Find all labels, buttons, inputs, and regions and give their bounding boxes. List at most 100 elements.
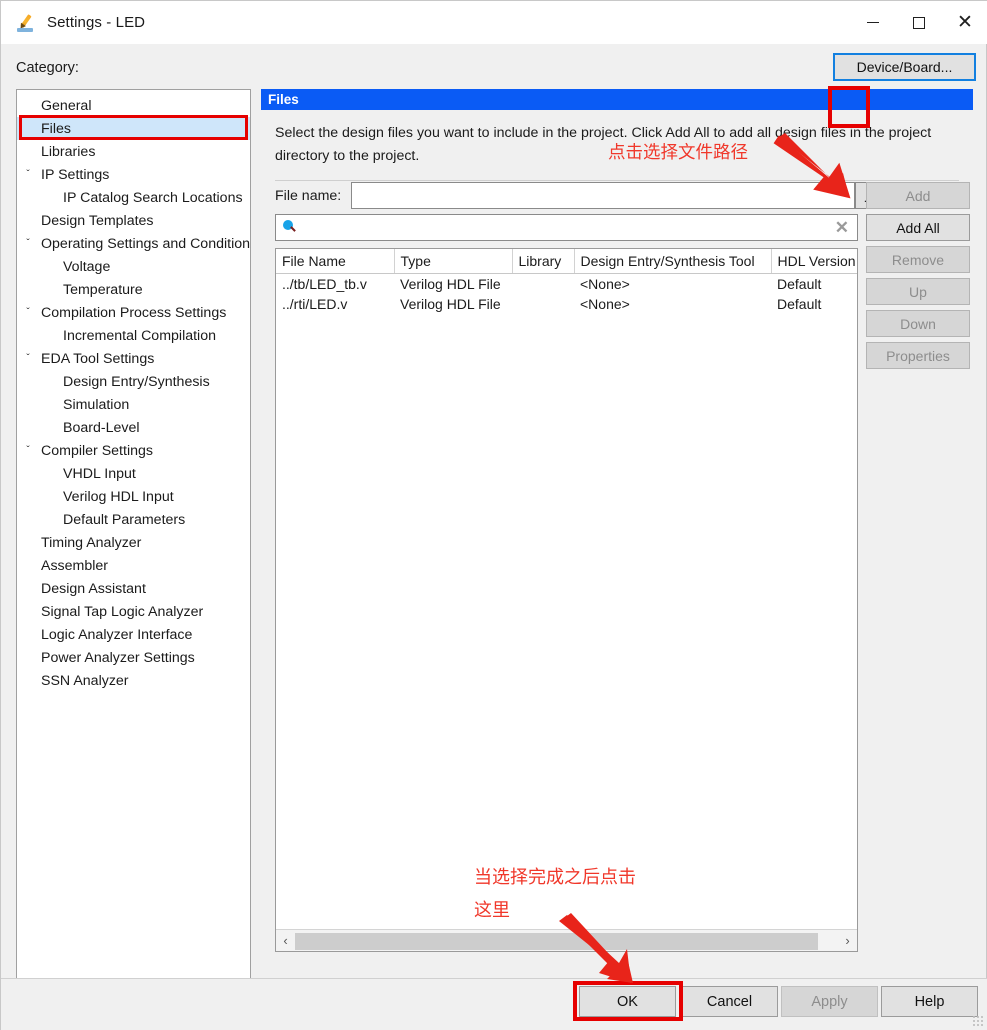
sidebar-item-logic-analyzer-interface[interactable]: Logic Analyzer Interface <box>17 623 250 646</box>
files-table-container[interactable]: File Name Type Library Design Entry/Synt… <box>275 248 858 952</box>
sidebar-item-label: Timing Analyzer <box>41 534 142 551</box>
chevron-down-icon[interactable]: ˇ <box>17 445 39 456</box>
files-table: File Name Type Library Design Entry/Synt… <box>276 249 857 315</box>
column-header-file-name[interactable]: File Name <box>276 249 395 274</box>
column-header-library[interactable]: Library <box>512 249 575 274</box>
sidebar-item-ip-catalog-search-locations[interactable]: IP Catalog Search Locations <box>17 186 250 209</box>
minimize-icon <box>867 21 879 24</box>
sidebar-item-vhdl-input[interactable]: VHDL Input <box>17 462 250 485</box>
cell-lib <box>512 294 574 314</box>
files-table-body: ../tb/LED_tb.v Verilog HDL File <None> Defa… <box>276 274 857 315</box>
sidebar-item-ip-settings[interactable]: ˇ IP Settings <box>17 163 250 186</box>
settings-dialog: Settings - LED ✕ Category: Device/Board.… <box>0 0 987 1030</box>
device-board-button[interactable]: Device/Board... <box>833 53 976 81</box>
sidebar-item-label: Logic Analyzer Interface <box>41 626 193 643</box>
cell-hdl: Default <box>777 296 822 312</box>
files-table-header-row: File Name Type Library Design Entry/Synt… <box>276 249 857 274</box>
sidebar-item-label: General <box>41 97 92 114</box>
sidebar-item-label: Design Templates <box>41 212 154 229</box>
sidebar-item-label: Incremental Compilation <box>63 327 216 344</box>
sidebar-item-label: Compilation Process Settings <box>41 304 227 321</box>
pencil-icon <box>17 13 37 33</box>
sidebar-item-voltage[interactable]: Voltage <box>17 255 250 278</box>
sidebar-item-design-assistant[interactable]: Design Assistant <box>17 577 250 600</box>
column-header-design-entry-tool[interactable]: Design Entry/Synthesis Tool <box>574 249 772 274</box>
chevron-down-icon[interactable]: ˇ <box>17 169 39 180</box>
maximize-button[interactable] <box>896 1 942 44</box>
sidebar-item-ssn-analyzer[interactable]: SSN Analyzer <box>17 669 250 692</box>
file-name-label: File name: <box>275 187 342 204</box>
sidebar-item-temperature[interactable]: Temperature <box>17 278 250 301</box>
chevron-down-icon[interactable]: ˇ <box>17 238 39 249</box>
sidebar-item-label: Design Entry/Synthesis <box>63 373 210 390</box>
sidebar-item-label: Operating Settings and Conditions <box>41 235 251 252</box>
cell-type: Verilog HDL File <box>400 296 501 312</box>
cancel-button[interactable]: Cancel <box>681 986 778 1017</box>
sidebar-item-label: Voltage <box>63 258 111 275</box>
add-all-button[interactable]: Add All <box>866 214 970 241</box>
add-button: Add <box>866 182 970 209</box>
sidebar-item-label: IP Catalog Search Locations <box>63 189 243 206</box>
sidebar-item-signal-tap-logic-analyzer[interactable]: Signal Tap Logic Analyzer <box>17 600 250 623</box>
cell-lib <box>512 274 574 295</box>
table-horizontal-scrollbar[interactable]: ‹ › <box>276 929 857 951</box>
cell-type: Verilog HDL File <box>400 276 501 292</box>
ok-button[interactable]: OK <box>579 986 676 1017</box>
sidebar-item-label: IP Settings <box>41 166 110 183</box>
file-search-box[interactable]: ✕ <box>275 214 858 241</box>
sidebar-item-timing-analyzer[interactable]: Timing Analyzer <box>17 531 250 554</box>
sidebar-item-label: Compiler Settings <box>41 442 153 459</box>
category-tree-list: General Files Libraries ˇ IP Settings IP Cata… <box>17 90 250 692</box>
sidebar-item-label: SSN Analyzer <box>41 672 129 689</box>
chevron-down-icon[interactable]: ˇ <box>17 353 39 364</box>
column-header-hdl-version[interactable]: HDL Version <box>771 249 857 274</box>
sidebar-item-design-entry-synthesis[interactable]: Design Entry/Synthesis <box>17 370 250 393</box>
remove-button: Remove <box>866 246 970 273</box>
chevron-down-icon[interactable]: ˇ <box>17 307 39 318</box>
category-tree[interactable]: General Files Libraries ˇ IP Settings IP Cata… <box>16 89 251 1014</box>
file-name-row: File name: ... <box>275 182 883 209</box>
column-header-type[interactable]: Type <box>394 249 513 274</box>
sidebar-item-power-analyzer-settings[interactable]: Power Analyzer Settings <box>17 646 250 669</box>
sidebar-item-board-level[interactable]: Board-Level <box>17 416 250 439</box>
sidebar-item-default-parameters[interactable]: Default Parameters <box>17 508 250 531</box>
clear-search-icon[interactable]: ✕ <box>835 218 849 238</box>
close-button[interactable]: ✕ <box>942 1 987 44</box>
sidebar-item-incremental-compilation[interactable]: Incremental Compilation <box>17 324 250 347</box>
sidebar-item-assembler[interactable]: Assembler <box>17 554 250 577</box>
sidebar-item-verilog-hdl-input[interactable]: Verilog HDL Input <box>17 485 250 508</box>
properties-button: Properties <box>866 342 970 369</box>
table-scroll-left-button[interactable]: ‹ <box>276 931 295 950</box>
sidebar-item-operating-settings-and-conditions[interactable]: ˇ Operating Settings and Conditions <box>17 232 250 255</box>
sidebar-item-compilation-process-settings[interactable]: ˇ Compilation Process Settings <box>17 301 250 324</box>
cell-hdl: Default <box>777 276 822 292</box>
files-panel: Files Select the design files you want t… <box>261 89 973 969</box>
sidebar-item-label: Simulation <box>63 396 130 413</box>
sidebar-item-label: Signal Tap Logic Analyzer <box>41 603 204 620</box>
cell-tool: <None> <box>580 276 630 292</box>
resize-grip[interactable] <box>972 1015 984 1027</box>
help-button[interactable]: Help <box>881 986 978 1017</box>
sidebar-item-compiler-settings[interactable]: ˇ Compiler Settings <box>17 439 250 462</box>
sidebar-item-general[interactable]: General <box>17 94 250 117</box>
down-button: Down <box>866 310 970 337</box>
panel-description: Select the design files you want to incl… <box>275 125 932 164</box>
sidebar-item-files[interactable]: Files <box>17 117 250 140</box>
file-name-input[interactable] <box>351 182 856 209</box>
sidebar-item-libraries[interactable]: Libraries <box>17 140 250 163</box>
sidebar-item-label: Design Assistant <box>41 580 146 597</box>
sidebar-item-eda-tool-settings[interactable]: ˇ EDA Tool Settings <box>17 347 250 370</box>
table-scroll-right-button[interactable]: › <box>838 931 857 950</box>
sidebar-item-label: Libraries <box>41 143 96 160</box>
table-row[interactable]: ../tb/LED_tb.v Verilog HDL File <None> Defa… <box>276 274 857 295</box>
panel-divider <box>275 180 959 181</box>
sidebar-item-label: EDA Tool Settings <box>41 350 155 367</box>
file-action-buttons: Add Add All Remove Up Down Properties <box>866 182 970 369</box>
table-scroll-thumb[interactable] <box>295 933 818 950</box>
footer-bar: OK Cancel Apply Help CSDN @molongqishi <box>1 979 987 1030</box>
table-scroll-track[interactable] <box>295 931 838 950</box>
table-row[interactable]: ../rti/LED.v Verilog HDL File <None> Defaul… <box>276 294 857 314</box>
sidebar-item-design-templates[interactable]: Design Templates <box>17 209 250 232</box>
sidebar-item-simulation[interactable]: Simulation <box>17 393 250 416</box>
minimize-button[interactable] <box>850 1 896 44</box>
